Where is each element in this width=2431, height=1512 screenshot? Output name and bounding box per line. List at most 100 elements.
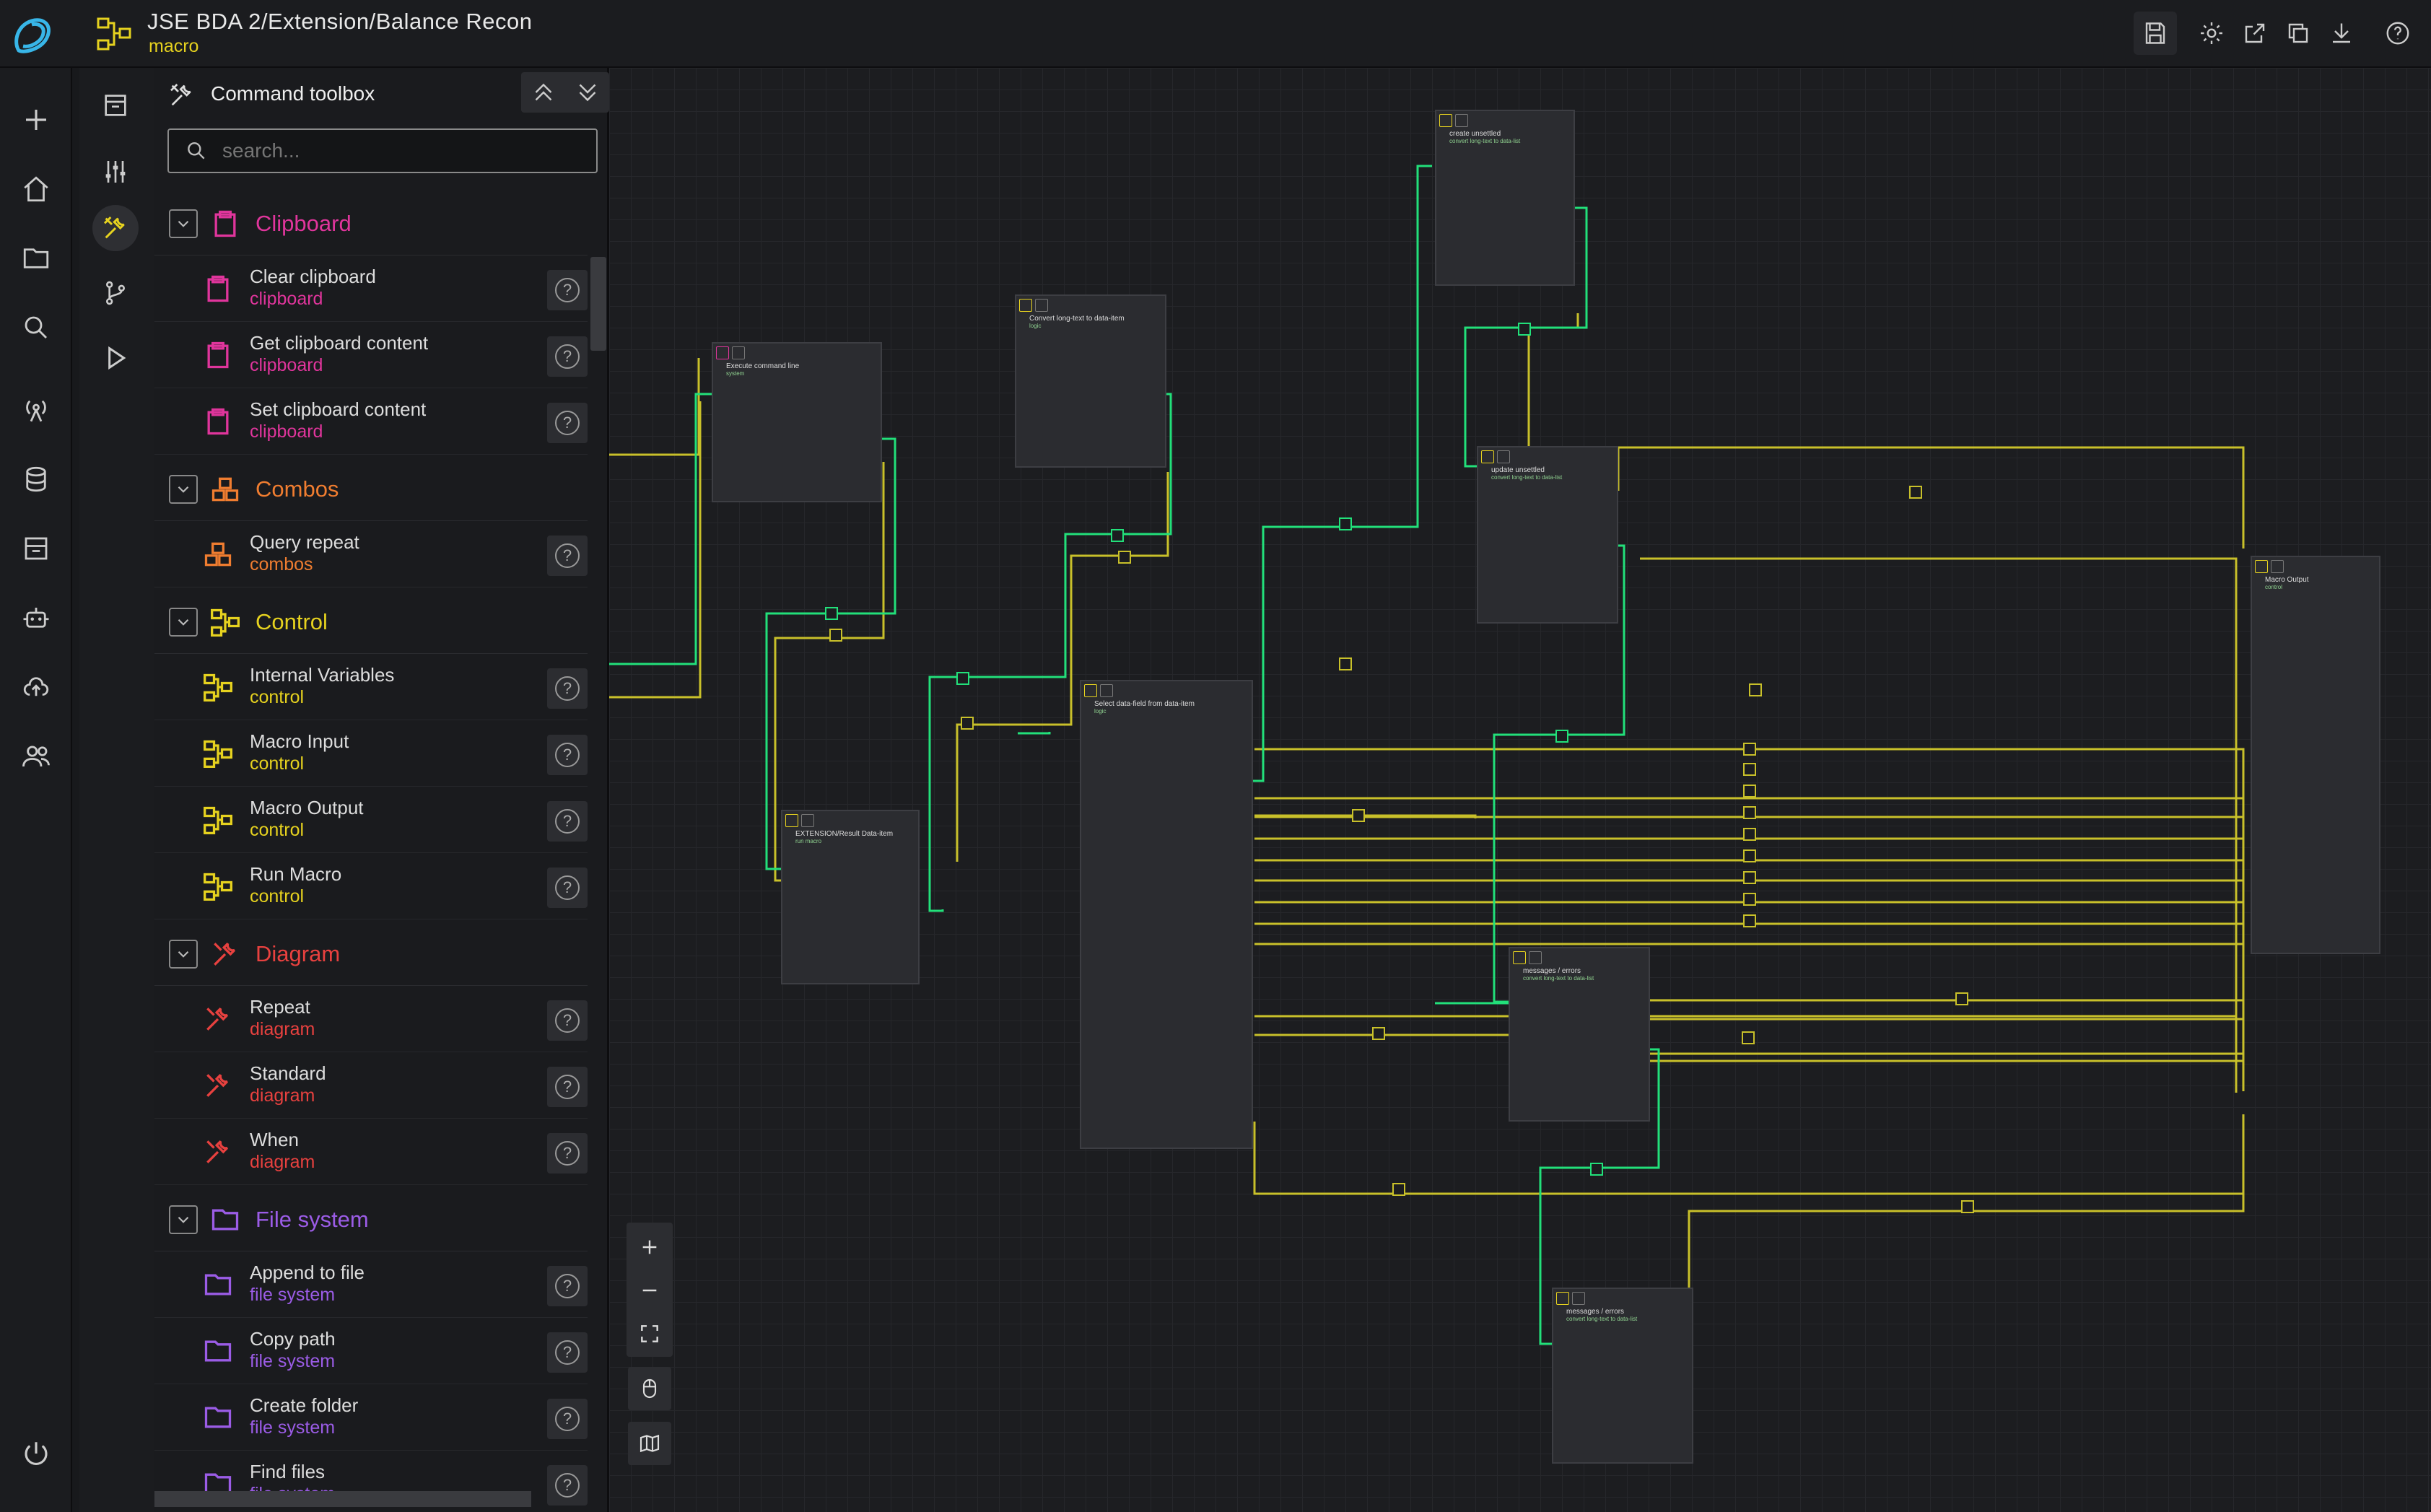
fit-view-button[interactable]: [628, 1312, 671, 1355]
node-gear-icon[interactable]: [1084, 684, 1097, 697]
command-standard[interactable]: Standard diagram ?: [154, 1052, 588, 1119]
node-variables-icon[interactable]: [1572, 1292, 1585, 1305]
node-gear-icon[interactable]: [785, 814, 798, 827]
collapse-toggle[interactable]: [169, 475, 198, 504]
collapse-toggle[interactable]: [169, 608, 198, 637]
node-execute-command-line[interactable]: Execute command line system: [712, 342, 882, 502]
minimap-button[interactable]: [628, 1422, 671, 1465]
command-help-button[interactable]: ?: [547, 735, 588, 775]
command-run-macro[interactable]: Run Macro control ?: [154, 853, 588, 919]
command-query-repeat[interactable]: Query repeat combos ?: [154, 521, 588, 587]
command-get-clipboard-content[interactable]: Get clipboard content clipboard ?: [154, 322, 588, 388]
archive-button[interactable]: [13, 525, 59, 572]
toolbox-button[interactable]: [92, 205, 139, 251]
duplicate-button[interactable]: [2277, 12, 2320, 55]
branch-button[interactable]: [92, 270, 139, 316]
node-variables-icon[interactable]: [732, 346, 745, 359]
node-extension-result[interactable]: EXTENSION/Result Data-item run macro: [781, 810, 920, 984]
collapse-toggle[interactable]: [169, 940, 198, 969]
command-help-button[interactable]: ?: [547, 1000, 588, 1041]
save-button[interactable]: [2134, 12, 2177, 55]
command-create-folder[interactable]: Create folder file system ?: [154, 1384, 588, 1451]
help-button[interactable]: [2376, 12, 2419, 55]
download-button[interactable]: [2320, 12, 2363, 55]
database-button[interactable]: [13, 456, 59, 502]
command-help-button[interactable]: ?: [547, 1266, 588, 1306]
command-help-button[interactable]: ?: [547, 868, 588, 908]
cloud-upload-button[interactable]: [13, 664, 59, 710]
category-file-system[interactable]: File system: [154, 1185, 588, 1251]
node-update-unsettled[interactable]: update unsettled convert long-text to da…: [1477, 446, 1618, 624]
node-convert-long-text[interactable]: Convert long-text to data-item logic: [1015, 294, 1166, 468]
command-help-button[interactable]: ?: [547, 403, 588, 443]
node-variables-icon[interactable]: [1035, 299, 1048, 312]
macro-canvas[interactable]: Execute command line system Convert long…: [609, 68, 2431, 1512]
node-macro-output[interactable]: Macro Output control: [2251, 556, 2380, 954]
export-button[interactable]: [2233, 12, 2277, 55]
add-button[interactable]: [13, 97, 59, 143]
zoom-out-button[interactable]: [628, 1269, 671, 1312]
node-select-data-field[interactable]: Select data-field from data-item logic: [1080, 680, 1253, 1149]
folder-button[interactable]: [13, 235, 59, 281]
node-messages-errors-2[interactable]: messages / errors convert long-text to d…: [1552, 1288, 1693, 1464]
command-help-button[interactable]: ?: [547, 1067, 588, 1107]
node-variables-icon[interactable]: [1529, 951, 1542, 964]
search-button[interactable]: [13, 305, 59, 351]
category-control[interactable]: Control: [154, 587, 588, 654]
mouse-mode-button[interactable]: [628, 1367, 671, 1410]
category-clipboard[interactable]: Clipboard: [154, 189, 588, 255]
node-gear-icon[interactable]: [1481, 450, 1494, 463]
broadcast-button[interactable]: [13, 387, 59, 433]
command-help-button[interactable]: ?: [547, 336, 588, 377]
zoom-in-button[interactable]: [628, 1225, 671, 1269]
command-clear-clipboard[interactable]: Clear clipboard clipboard ?: [154, 255, 588, 322]
node-gear-icon[interactable]: [1019, 299, 1032, 312]
command-help-button[interactable]: ?: [547, 801, 588, 842]
app-logo[interactable]: [10, 13, 56, 59]
command-macro-output[interactable]: Macro Output control ?: [154, 787, 588, 853]
properties-button[interactable]: [92, 149, 139, 195]
toolbox-scrollbar[interactable]: [590, 257, 606, 351]
settings-button[interactable]: [2190, 12, 2233, 55]
toolbox-horizontal-scrollbar[interactable]: [154, 1491, 531, 1507]
node-gear-icon[interactable]: [1556, 1292, 1569, 1305]
command-help-button[interactable]: ?: [547, 1399, 588, 1439]
node-variables-icon[interactable]: [801, 814, 814, 827]
node-variables-icon[interactable]: [1455, 114, 1468, 127]
robot-button[interactable]: [13, 595, 59, 641]
node-gear-icon[interactable]: [1439, 114, 1452, 127]
node-gear-icon[interactable]: [1513, 951, 1526, 964]
collapse-all-button[interactable]: [521, 72, 565, 113]
node-variables-icon[interactable]: [1100, 684, 1113, 697]
collapse-toggle[interactable]: [169, 209, 198, 238]
node-gear-icon[interactable]: [2255, 560, 2268, 573]
run-button[interactable]: [92, 335, 139, 381]
toolbox-search[interactable]: [167, 128, 598, 173]
node-gear-icon[interactable]: [716, 346, 729, 359]
command-help-button[interactable]: ?: [547, 668, 588, 709]
command-internal-variables[interactable]: Internal Variables control ?: [154, 654, 588, 720]
node-variables-icon[interactable]: [2271, 560, 2284, 573]
command-set-clipboard-content[interactable]: Set clipboard content clipboard ?: [154, 388, 588, 455]
inbox-button[interactable]: [92, 82, 139, 128]
command-help-button[interactable]: ?: [547, 1465, 588, 1506]
collapse-toggle[interactable]: [169, 1205, 198, 1234]
command-when[interactable]: When diagram ?: [154, 1119, 588, 1185]
command-help-button[interactable]: ?: [547, 1332, 588, 1373]
category-diagram[interactable]: Diagram: [154, 919, 588, 986]
command-macro-input[interactable]: Macro Input control ?: [154, 720, 588, 787]
power-button[interactable]: [13, 1430, 59, 1477]
command-help-button[interactable]: ?: [547, 270, 588, 310]
node-messages-errors-1[interactable]: messages / errors convert long-text to d…: [1509, 947, 1650, 1122]
home-button[interactable]: [13, 166, 59, 212]
node-create-unsettled[interactable]: create unsettled convert long-text to da…: [1435, 110, 1575, 286]
command-help-button[interactable]: ?: [547, 536, 588, 576]
command-copy-path[interactable]: Copy path file system ?: [154, 1318, 588, 1384]
users-button[interactable]: [13, 733, 59, 779]
expand-all-button[interactable]: [565, 72, 609, 113]
search-input[interactable]: [222, 139, 569, 162]
node-variables-icon[interactable]: [1497, 450, 1510, 463]
category-combos[interactable]: Combos: [154, 455, 588, 521]
command-append-to-file[interactable]: Append to file file system ?: [154, 1251, 588, 1318]
command-help-button[interactable]: ?: [547, 1133, 588, 1174]
